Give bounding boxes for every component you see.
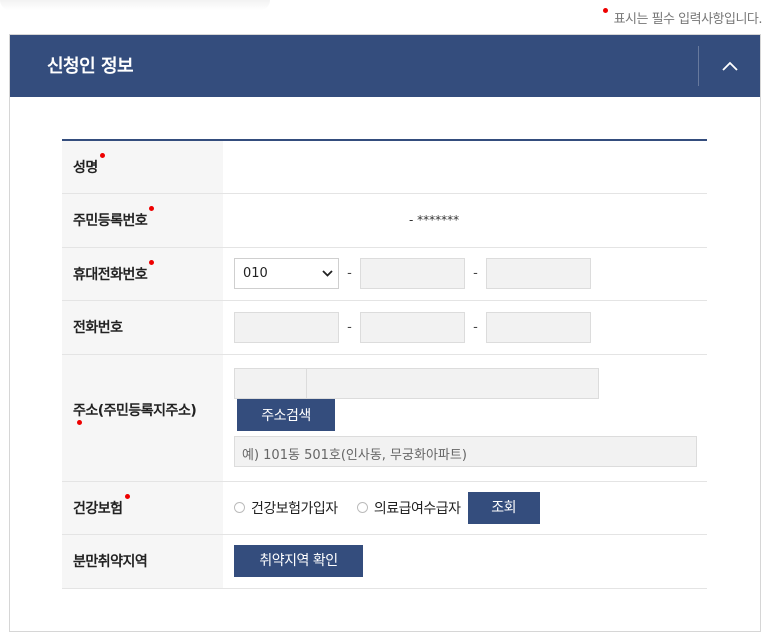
vulnerable-area-label: 분만취약지역: [62, 534, 223, 589]
dash: -: [473, 319, 478, 335]
required-dot-icon: [124, 493, 130, 499]
row-address: 주소(주민등록지주소) 주소검색 예) 101동 501호(인사동, 무궁화아파…: [62, 354, 707, 482]
mobile-last-input[interactable]: [486, 258, 591, 289]
required-dot-icon: [149, 259, 155, 265]
chevron-up-icon: [722, 61, 738, 71]
address-search-button[interactable]: 주소검색: [237, 399, 335, 431]
insurance-cell: 건강보험가입자 의료급여수급자 조회: [223, 481, 707, 535]
dash: -: [347, 266, 352, 281]
applicant-form-table: 성명 주민등록번호 - ******* 휴대전화번호 010 -- 전화번호 -…: [62, 139, 707, 589]
address-cell: 주소검색 예) 101동 501호(인사동, 무궁화아파트): [223, 354, 707, 482]
dash: -: [473, 266, 478, 281]
header-divider: [698, 46, 699, 86]
insurance-label: 건강보험: [62, 481, 223, 535]
required-dot-icon: [602, 8, 608, 13]
required-dot-icon: [99, 152, 105, 158]
resident-number-label: 주민등록번호: [62, 193, 223, 248]
row-phone: 전화번호 --: [62, 300, 707, 355]
phone-label: 전화번호: [62, 300, 223, 355]
vulnerable-area-check-button[interactable]: 취약지역 확인: [234, 545, 363, 577]
vulnerable-area-cell: 취약지역 확인: [223, 534, 707, 589]
mobile-cell: 010 - -: [223, 247, 707, 301]
row-resident-number: 주민등록번호 - *******: [62, 193, 707, 248]
address-detail-input[interactable]: 예) 101동 501호(인사동, 무궁화아파트): [234, 436, 697, 467]
insurance-check-button[interactable]: 조회: [467, 491, 540, 524]
phone-last-input[interactable]: [486, 311, 591, 343]
mobile-middle-input[interactable]: [360, 258, 465, 289]
mobile-prefix-select[interactable]: 010: [234, 258, 339, 289]
top-shadow: [0, 0, 270, 10]
medical-aid-radio-label[interactable]: 의료급여수급자: [374, 498, 461, 518]
mobile-label: 휴대전화번호: [62, 247, 223, 301]
resident-number-cell: - *******: [223, 193, 707, 248]
name-value: [223, 140, 707, 194]
name-label: 성명: [62, 140, 223, 194]
row-insurance: 건강보험 건강보험가입자 의료급여수급자 조회: [62, 481, 707, 535]
panel-header: 신청인 정보: [10, 35, 760, 97]
required-dot-icon: [149, 206, 155, 211]
resident-number-value: - *******: [409, 212, 460, 227]
phone-area-input[interactable]: [234, 311, 339, 343]
address-group: 주소검색 예) 101동 501호(인사동, 무궁화아파트): [234, 368, 699, 467]
row-name: 성명: [62, 140, 707, 194]
chevron-down-icon: [322, 270, 333, 277]
phone-middle-input[interactable]: [360, 311, 465, 343]
zipcode-input[interactable]: [234, 368, 307, 399]
panel-title: 신청인 정보: [47, 56, 134, 77]
insured-radio-label[interactable]: 건강보험가입자: [251, 498, 338, 518]
insured-radio[interactable]: [234, 502, 245, 513]
required-dot-icon: [77, 419, 82, 425]
address-label: 주소(주민등록지주소): [62, 354, 223, 482]
row-mobile: 휴대전화번호 010 - -: [62, 247, 707, 301]
dash: -: [347, 319, 352, 335]
collapse-button[interactable]: [700, 35, 760, 97]
medical-aid-radio[interactable]: [356, 502, 368, 513]
required-note: 표시는 필수 입력사항입니다.: [602, 8, 763, 27]
address-main-input[interactable]: [306, 368, 599, 399]
row-vulnerable-area: 분만취약지역 취약지역 확인: [62, 534, 707, 589]
phone-cell: --: [223, 300, 707, 355]
